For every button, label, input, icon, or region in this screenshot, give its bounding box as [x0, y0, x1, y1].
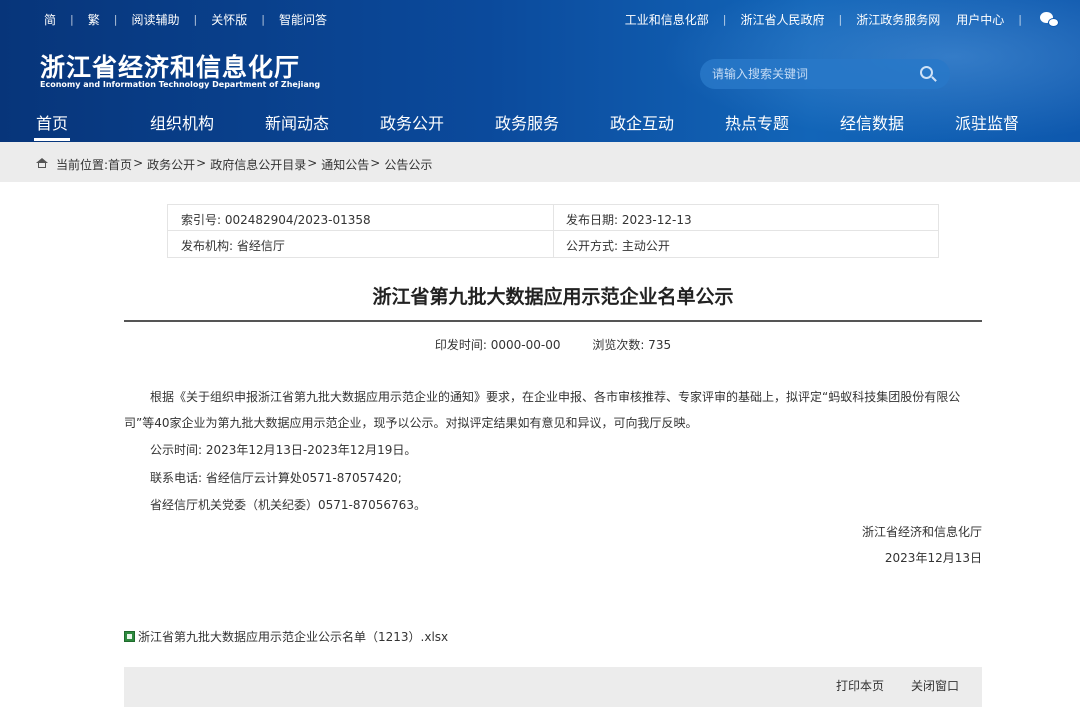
breadcrumb-gov-affairs[interactable]: 政务公开 — [147, 156, 195, 173]
main-nav: 首页 组织机构 新闻动态 政务公开 政务服务 政企互动 热点专题 经信数据 派驻… — [0, 110, 1080, 142]
site-header: 简 | 繁 | 阅读辅助 | 关怀版 | 智能问答 工业和信息化部 | 浙江省人… — [0, 0, 1080, 142]
wechat-icon[interactable] — [1040, 11, 1060, 28]
breadcrumb-home[interactable]: 首页 — [108, 156, 132, 173]
separator: | — [722, 13, 727, 26]
spreadsheet-file-icon — [124, 631, 135, 642]
contact-phone-1: 联系电话: 省经信厅云计算处0571-87057420; — [150, 471, 402, 485]
meta-index-number: 索引号: 002482904/2023-01358 — [181, 213, 371, 227]
separator: | — [1018, 13, 1022, 26]
search-input[interactable] — [712, 59, 912, 89]
page-title: 浙江省第九批大数据应用示范企业名单公示 — [372, 286, 734, 308]
nav-item-gov-services[interactable]: 政务服务 — [495, 110, 559, 140]
title-divider — [124, 320, 982, 322]
meta-publisher: 发布机构: 省经信厅 — [181, 239, 285, 253]
meta-publish-date: 发布日期: 2023-12-13 — [566, 213, 692, 227]
reading-assist-link[interactable]: 阅读辅助 — [131, 11, 179, 28]
nav-item-gov-affairs-open[interactable]: 政务公开 — [380, 110, 444, 140]
breadcrumb-notices[interactable]: 通知公告 — [321, 156, 369, 173]
traditional-chinese-link[interactable]: 繁 — [88, 11, 100, 28]
miit-link[interactable]: 工业和信息化部 — [625, 11, 709, 28]
nav-item-news[interactable]: 新闻动态 — [265, 110, 329, 140]
article-paragraph: 根据《关于组织申报浙江省第九批大数据应用示范企业的通知》要求，在企业申报、各市审… — [124, 390, 961, 430]
top-utility-bar: 简 | 繁 | 阅读辅助 | 关怀版 | 智能问答 工业和信息化部 | 浙江省人… — [0, 0, 1080, 36]
signature-date: 2023年12月13日 — [884, 551, 982, 565]
breadcrumb-info-catalog[interactable]: 政府信息公开目录 — [210, 156, 306, 173]
separator: | — [113, 13, 118, 26]
breadcrumb-announcements[interactable]: 公告公示 — [384, 156, 432, 173]
breadcrumb-prefix: 当前位置: — [56, 158, 109, 172]
search-box — [700, 59, 950, 89]
site-logo-subtitle: Economy and Information Technology Depar… — [40, 80, 321, 89]
nav-item-supervision[interactable]: 派驻监督 — [955, 110, 1019, 140]
nav-item-interaction[interactable]: 政企互动 — [610, 110, 674, 140]
attachment-filename[interactable]: 浙江省第九批大数据应用示范企业公示名单（1213）.xlsx — [138, 628, 448, 645]
article-footer-bar: 打印本页 关闭窗口 — [124, 667, 982, 707]
signature-org: 浙江省经济和信息化厅 — [861, 525, 982, 539]
nav-item-organization[interactable]: 组织机构 — [150, 110, 214, 140]
nav-item-hot-topics[interactable]: 热点专题 — [725, 110, 789, 140]
meta-divider — [553, 205, 554, 257]
care-mode-link[interactable]: 关怀版 — [211, 11, 247, 28]
print-page-button[interactable]: 打印本页 — [836, 677, 884, 694]
search-icon[interactable] — [920, 66, 937, 82]
simplified-chinese-link[interactable]: 简 — [44, 11, 56, 28]
zj-service-link[interactable]: 浙江政务服务网 — [856, 11, 940, 28]
separator: | — [193, 13, 198, 26]
nav-item-data[interactable]: 经信数据 — [840, 110, 904, 140]
separator: | — [838, 13, 843, 26]
breadcrumb-trail: 当前位置: 首页 > 政务公开 > 政府信息公开目录 > 通知公告 > 公告公示 — [56, 156, 433, 173]
accessibility-links: 简 | 繁 | 阅读辅助 | 关怀版 | 智能问答 — [44, 11, 327, 28]
user-center-link[interactable]: 用户中心 — [956, 11, 1004, 28]
breadcrumb: 当前位置: 首页 > 政务公开 > 政府信息公开目录 > 通知公告 > 公告公示 — [0, 142, 1080, 182]
external-links: 工业和信息化部 | 浙江省人民政府 | 浙江政务服务网 用户中心 | — [625, 11, 1060, 28]
document-meta-table: 索引号: 002482904/2023-01358 发布日期: 2023-12-… — [167, 204, 939, 258]
print-time: 印发时间: 0000-00-00 — [434, 338, 561, 352]
view-count: 浏览次数: 735 — [592, 338, 672, 352]
article-info: 印发时间: 0000-00-00 浏览次数: 735 — [124, 336, 982, 353]
nav-item-home[interactable]: 首页 — [33, 110, 71, 141]
separator: | — [70, 13, 74, 26]
attachment-link[interactable]: 浙江省第九批大数据应用示范企业公示名单（1213）.xlsx — [124, 628, 448, 645]
smart-qa-link[interactable]: 智能问答 — [279, 11, 327, 28]
announcement-period: 公示时间: 2023年12月13日-2023年12月19日。 — [150, 443, 417, 457]
meta-open-mode: 公开方式: 主动公开 — [566, 239, 670, 253]
contact-phone-2: 省经信厅机关党委（机关纪委）0571-87056763。 — [150, 498, 426, 512]
zj-gov-link[interactable]: 浙江省人民政府 — [741, 11, 825, 28]
separator: | — [261, 13, 265, 26]
home-icon — [36, 158, 48, 168]
site-logo-title[interactable]: 浙江省经济和信息化厅 — [40, 48, 300, 84]
close-window-button[interactable]: 关闭窗口 — [911, 677, 959, 694]
